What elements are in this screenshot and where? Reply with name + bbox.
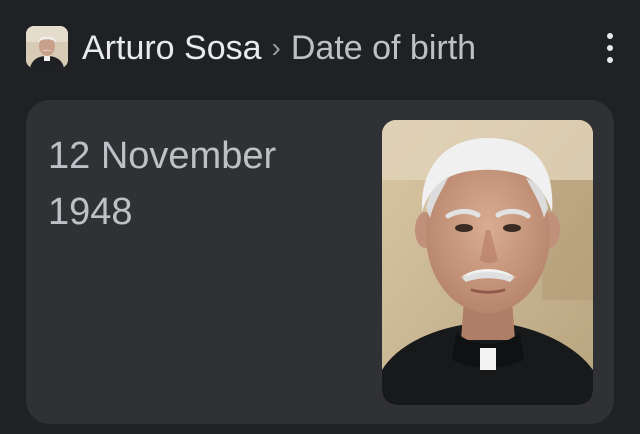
breadcrumb-separator-icon: ›: [271, 32, 281, 63]
breadcrumb: Arturo Sosa › Date of birth: [82, 26, 476, 70]
entity-name-link[interactable]: Arturo Sosa: [82, 26, 262, 70]
person-thumbnail-icon: [26, 26, 68, 68]
person-portrait-icon: [382, 120, 593, 405]
answer-value: 12 November 1948: [48, 128, 348, 240]
more-vert-icon-dot: [607, 45, 613, 51]
answer-date-line: 12 November: [48, 135, 277, 177]
more-options-button[interactable]: [598, 30, 622, 66]
more-vert-icon-dot: [607, 33, 613, 39]
knowledge-header: Arturo Sosa › Date of birth: [0, 0, 640, 96]
entity-thumbnail[interactable]: [26, 26, 68, 68]
entity-photo[interactable]: [382, 120, 593, 405]
more-vert-icon-dot: [607, 57, 613, 63]
attribute-label: Date of birth: [290, 29, 477, 67]
answer-card[interactable]: 12 November 1948: [26, 100, 614, 424]
answer-year-line: 1948: [48, 191, 133, 233]
